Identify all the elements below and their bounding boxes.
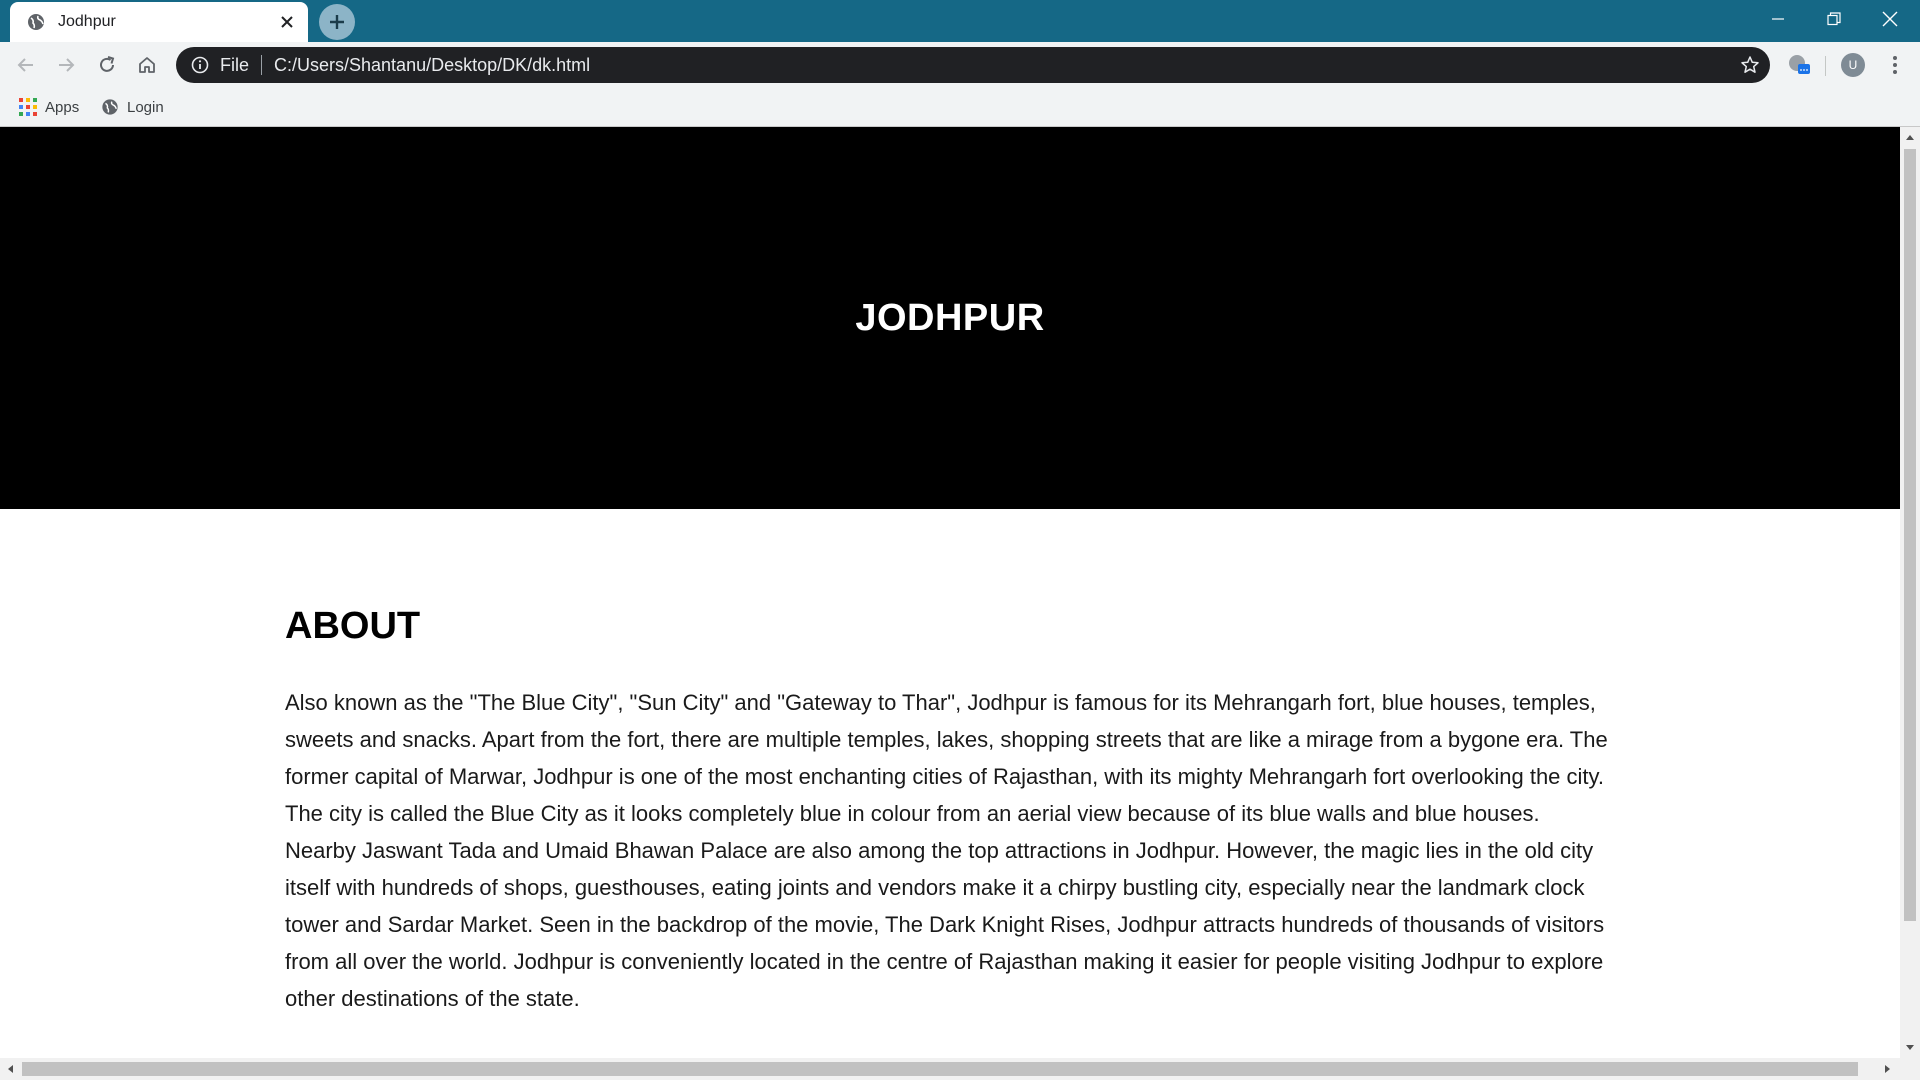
apps-grid-icon bbox=[19, 98, 37, 116]
address-bar[interactable]: File C:/Users/Shantanu/Desktop/DK/dk.htm… bbox=[176, 47, 1770, 83]
info-icon[interactable] bbox=[190, 55, 210, 75]
new-tab-button[interactable] bbox=[319, 4, 355, 40]
arrow-right-icon bbox=[59, 58, 75, 72]
close-icon bbox=[1882, 11, 1898, 27]
minimize-icon bbox=[1772, 18, 1784, 20]
browser-menu-button[interactable] bbox=[1880, 50, 1910, 80]
restore-icon bbox=[1827, 12, 1841, 26]
hero-title: JODHPUR bbox=[855, 296, 1045, 339]
bookmark-login-label: Login bbox=[127, 98, 164, 116]
horizontal-scroll-thumb[interactable] bbox=[22, 1062, 1858, 1076]
toolbar-divider bbox=[1825, 56, 1826, 76]
kebab-menu-icon bbox=[1893, 56, 1897, 74]
bookmark-apps[interactable]: Apps bbox=[19, 94, 79, 120]
reload-button[interactable] bbox=[91, 49, 123, 81]
globe-icon bbox=[101, 98, 119, 116]
forward-button[interactable] bbox=[50, 49, 82, 81]
bookmarks-bar: Apps Login bbox=[0, 88, 1920, 127]
reload-icon bbox=[100, 56, 115, 72]
chat-extension-icon bbox=[1789, 55, 1810, 74]
scroll-right-icon[interactable] bbox=[1878, 1059, 1898, 1079]
bookmark-apps-label: Apps bbox=[45, 98, 80, 116]
browser-toolbar: File C:/Users/Shantanu/Desktop/DK/dk.htm… bbox=[0, 42, 1920, 88]
about-paragraph: Also known as the "The Blue City", "Sun … bbox=[285, 690, 1608, 1011]
restore-button[interactable] bbox=[1806, 0, 1862, 38]
close-window-button[interactable] bbox=[1862, 0, 1918, 38]
horizontal-scrollbar[interactable] bbox=[0, 1058, 1920, 1080]
extension-button[interactable] bbox=[1782, 48, 1816, 82]
home-icon bbox=[139, 57, 155, 73]
url-scheme-label: File bbox=[220, 54, 250, 75]
scroll-down-icon[interactable] bbox=[1900, 1038, 1920, 1058]
hero-banner: JODHPUR bbox=[0, 127, 1900, 509]
scroll-left-icon[interactable] bbox=[0, 1059, 20, 1079]
tab-strip: Jodhpur bbox=[0, 0, 1920, 42]
about-heading: ABOUT bbox=[285, 605, 421, 647]
back-button[interactable] bbox=[10, 49, 42, 81]
url-separator bbox=[261, 55, 263, 75]
tab-title: Jodhpur bbox=[58, 13, 116, 30]
vertical-scroll-thumb[interactable] bbox=[1904, 149, 1916, 921]
arrow-left-icon bbox=[17, 58, 33, 72]
url-text[interactable]: C:/Users/Shantanu/Desktop/DK/dk.html bbox=[274, 55, 1730, 76]
about-section: ABOUT Also known as the "The Blue City",… bbox=[285, 605, 1615, 1017]
bookmark-star-icon[interactable] bbox=[1730, 47, 1770, 83]
plus-icon bbox=[330, 15, 344, 29]
scroll-up-icon[interactable] bbox=[1900, 127, 1920, 147]
home-button[interactable] bbox=[131, 49, 163, 81]
close-tab-icon[interactable] bbox=[276, 11, 298, 33]
globe-icon bbox=[26, 12, 46, 32]
minimize-button[interactable] bbox=[1750, 0, 1806, 38]
profile-avatar[interactable]: U bbox=[1841, 53, 1865, 77]
browser-tab[interactable]: Jodhpur bbox=[10, 2, 308, 42]
vertical-scrollbar[interactable] bbox=[1900, 127, 1920, 1058]
bookmark-login[interactable]: Login bbox=[101, 94, 164, 120]
page-viewport: JODHPUR ABOUT Also known as the "The Blu… bbox=[0, 127, 1900, 1058]
